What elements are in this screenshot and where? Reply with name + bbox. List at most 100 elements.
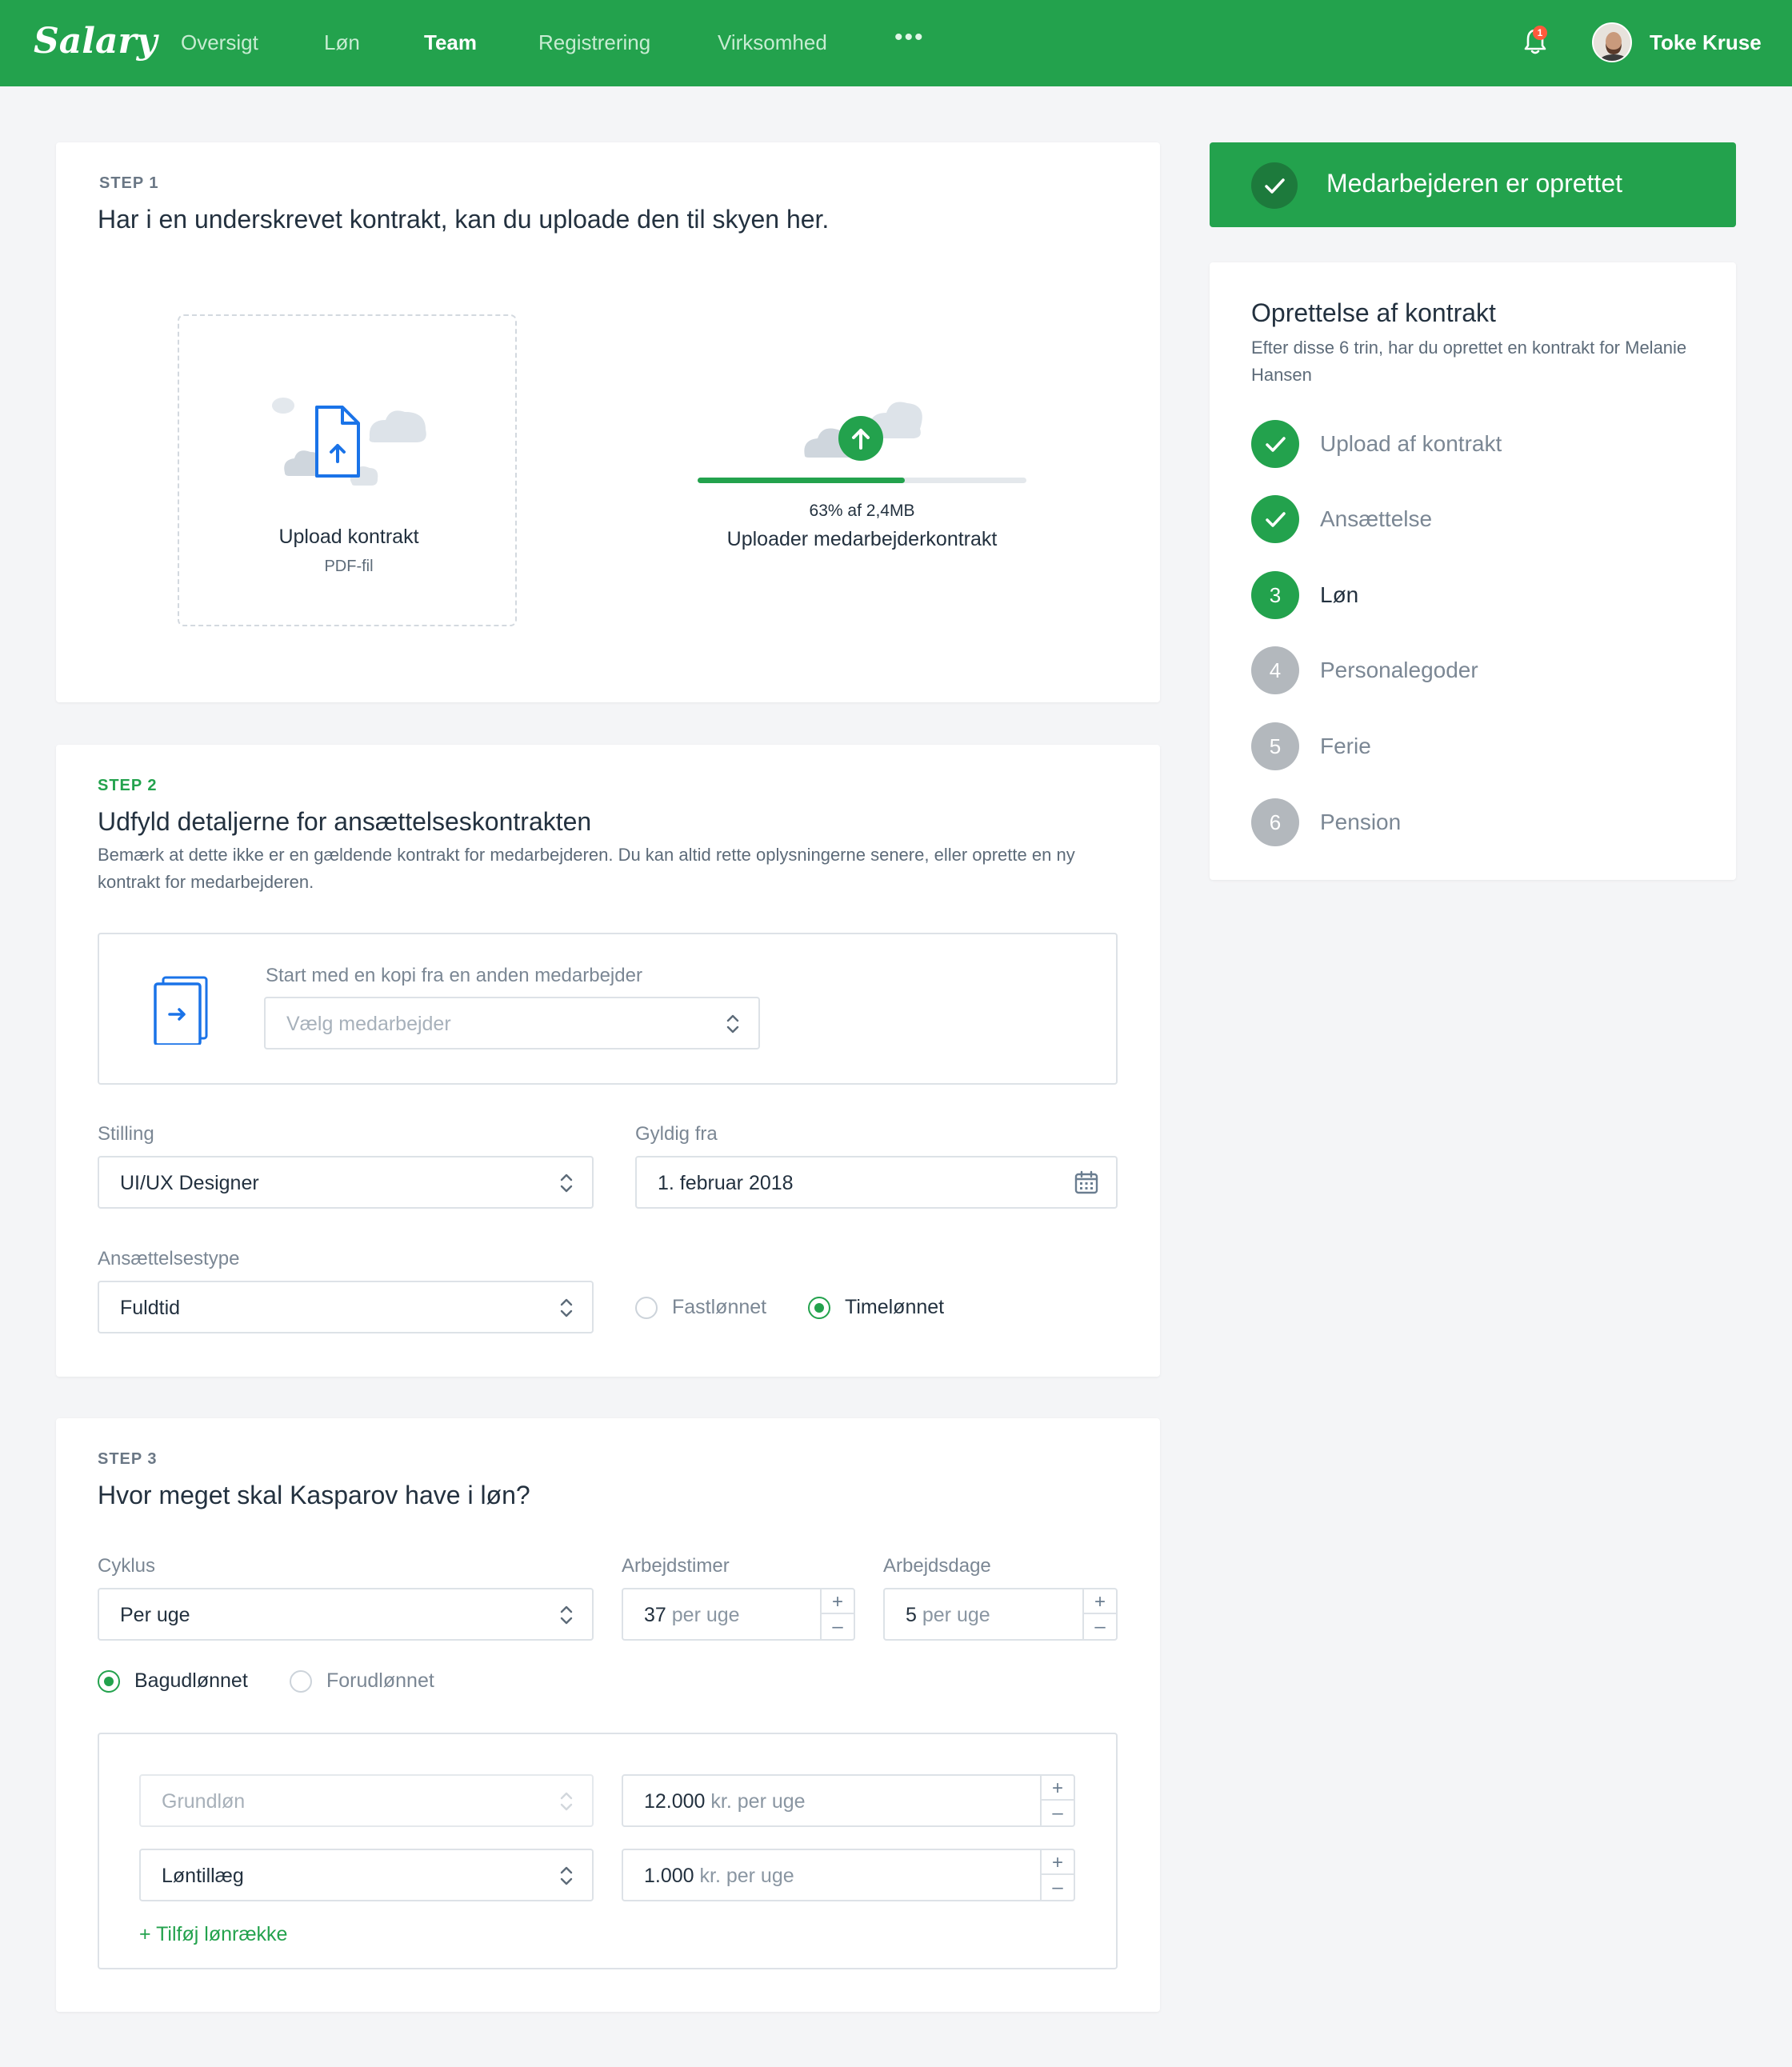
hours-increment-button[interactable]: + [822, 1589, 854, 1614]
more-menu-icon[interactable]: ••• [894, 24, 925, 51]
contract-step-6[interactable]: 6 Pension [1251, 798, 1699, 846]
employment-type-select[interactable]: Fuldtid [98, 1281, 594, 1333]
radio-bagudlonnet[interactable] [98, 1670, 120, 1693]
notification-badge: 1 [1533, 26, 1547, 40]
salary-row-1-type: Grundløn [162, 1790, 246, 1813]
contract-step-2-label: Ansættelse [1320, 506, 1433, 531]
select-chevron-icon [560, 1792, 573, 1811]
nav-item-team[interactable]: Team [424, 30, 477, 55]
step1-label: STEP 1 [99, 174, 159, 192]
contract-step-5-number: 5 [1251, 722, 1299, 770]
nav-item-registrering[interactable]: Registrering [538, 30, 650, 55]
calendar-icon[interactable] [1074, 1170, 1098, 1194]
select-chevron-icon [726, 1014, 739, 1034]
days-label: Arbejdsdage [883, 1555, 991, 1577]
position-value: UI/UX Designer [120, 1172, 259, 1194]
step2-label: STEP 2 [98, 777, 158, 794]
salary-row-2-type-select[interactable]: Løntillæg [139, 1849, 594, 1901]
upload-progress-info: 63% af 2,4MB [809, 502, 915, 520]
upload-progress-title: Uploader medarbejderkontrakt [726, 528, 998, 550]
days-stepper: + – [1082, 1589, 1116, 1639]
nav-item-virksomhed[interactable]: Virksomhed [718, 30, 827, 55]
cycle-select[interactable]: Per uge [98, 1588, 594, 1641]
upload-title: Upload kontrakt [278, 526, 419, 548]
valid-from-value: 1. februar 2018 [658, 1172, 794, 1194]
step2-title: Udfyld detaljerne for ansættelseskontrak… [98, 807, 592, 836]
contract-step-6-label: Pension [1320, 810, 1402, 834]
salary-row-1-amount-input[interactable]: 12.000 kr. per uge + – [622, 1774, 1075, 1827]
contract-step-5[interactable]: 5 Ferie [1251, 722, 1699, 770]
select-chevron-icon [560, 1866, 573, 1885]
contract-step-1[interactable]: Upload af kontrakt [1251, 420, 1699, 468]
hours-unit: per uge [671, 1604, 740, 1626]
contract-step-4-number: 4 [1251, 646, 1299, 694]
radio-timelonnet[interactable] [808, 1297, 830, 1319]
employment-type-value: Fuldtid [120, 1297, 181, 1319]
upload-subtitle: PDF-fil [324, 558, 374, 575]
contract-steps-card: Oprettelse af kontrakt Efter disse 6 tri… [1210, 262, 1736, 880]
radio-timelonnet-label[interactable]: Timelønnet [845, 1296, 944, 1319]
days-input[interactable]: 5 per uge + – [883, 1588, 1118, 1641]
nav-item-oversigt[interactable]: Oversigt [181, 30, 258, 55]
days-increment-button[interactable]: + [1084, 1589, 1116, 1614]
radio-forudlonnet[interactable] [290, 1670, 312, 1693]
radio-bagudlonnet-label[interactable]: Bagudlønnet [134, 1669, 248, 1693]
contract-step-4-label: Personalegoder [1320, 658, 1478, 682]
upload-progress-fill [698, 478, 905, 483]
salary-row-1-stepper: + – [1040, 1776, 1074, 1825]
hours-stepper: + – [820, 1589, 854, 1639]
valid-from-label: Gyldig fra [635, 1123, 718, 1145]
contract-step-6-number: 6 [1251, 798, 1299, 846]
contract-steps-title: Oprettelse af kontrakt [1251, 298, 1496, 327]
salary-row-2-decrement-button[interactable]: – [1042, 1875, 1074, 1900]
upload-dropzone[interactable]: Upload kontrakt PDF-fil [178, 314, 517, 626]
contract-step-3[interactable]: 3 Løn [1251, 571, 1699, 619]
hours-input[interactable]: 37 per uge + – [622, 1588, 855, 1641]
cloud-upload-file-icon [272, 398, 426, 486]
radio-fastlonnet[interactable] [635, 1297, 658, 1319]
select-chevron-icon [560, 1298, 573, 1317]
employment-type-label: Ansættelsestype [98, 1248, 240, 1269]
position-select[interactable]: UI/UX Designer [98, 1156, 594, 1209]
salary-row-1-amount: 12.000 [644, 1790, 706, 1813]
salary-row-1-type-select[interactable]: Grundløn [139, 1774, 594, 1827]
banner-text: Medarbejderen er oprettet [1326, 169, 1622, 198]
copy-employee-placeholder: Vælg medarbejder [286, 1013, 451, 1035]
salary-row-2-amount-input[interactable]: 1.000 kr. per uge + – [622, 1849, 1075, 1901]
copy-document-icon [154, 976, 208, 1045]
valid-from-date-input[interactable]: 1. februar 2018 [635, 1156, 1118, 1209]
user-name[interactable]: Toke Kruse [1650, 30, 1762, 55]
copy-label: Start med en kopi fra en anden medarbejd… [266, 965, 642, 986]
salary-row-2-type: Løntillæg [162, 1865, 244, 1887]
contract-step-3-number: 3 [1251, 571, 1299, 619]
radio-forudlonnet-label[interactable]: Forudlønnet [326, 1669, 434, 1693]
salary-row-1-decrement-button[interactable]: – [1042, 1801, 1074, 1825]
top-navigation: Salary Oversigt Løn Team Registrering Vi… [0, 0, 1792, 86]
cloud-uploading-icon [804, 402, 922, 461]
employee-created-banner: Medarbejderen er oprettet [1210, 142, 1736, 227]
contract-step-2[interactable]: Ansættelse [1251, 495, 1699, 543]
step-done-check-icon [1251, 495, 1299, 543]
hours-decrement-button[interactable]: – [822, 1614, 854, 1639]
add-salary-row-link[interactable]: + Tilføj lønrække [139, 1923, 287, 1946]
contract-step-4[interactable]: 4 Personalegoder [1251, 646, 1699, 694]
salary-row-2-stepper: + – [1040, 1850, 1074, 1900]
days-decrement-button[interactable]: – [1084, 1614, 1116, 1639]
contract-step-3-label: Løn [1320, 582, 1359, 607]
hours-label: Arbejdstimer [622, 1555, 730, 1577]
brand-logo[interactable]: Salary [34, 21, 157, 62]
banner-check-icon [1251, 162, 1298, 209]
nav-item-lon[interactable]: Løn [324, 30, 360, 55]
step3-title: Hvor meget skal Kasparov have i løn? [98, 1481, 530, 1509]
select-chevron-icon [560, 1173, 573, 1193]
position-label: Stilling [98, 1123, 154, 1145]
days-value: 5 [906, 1604, 917, 1626]
salary-row-1-increment-button[interactable]: + [1042, 1776, 1074, 1801]
step1-title: Har i en underskrevet kontrakt, kan du u… [98, 205, 830, 234]
radio-fastlonnet-label[interactable]: Fastlønnet [672, 1296, 766, 1319]
user-avatar[interactable] [1592, 22, 1632, 62]
step2-description: Bemærk at dette ikke er en gældende kont… [98, 845, 1075, 892]
salary-row-2-increment-button[interactable]: + [1042, 1850, 1074, 1875]
copy-employee-select[interactable]: Vælg medarbejder [264, 997, 760, 1049]
step3-label: STEP 3 [98, 1450, 158, 1468]
